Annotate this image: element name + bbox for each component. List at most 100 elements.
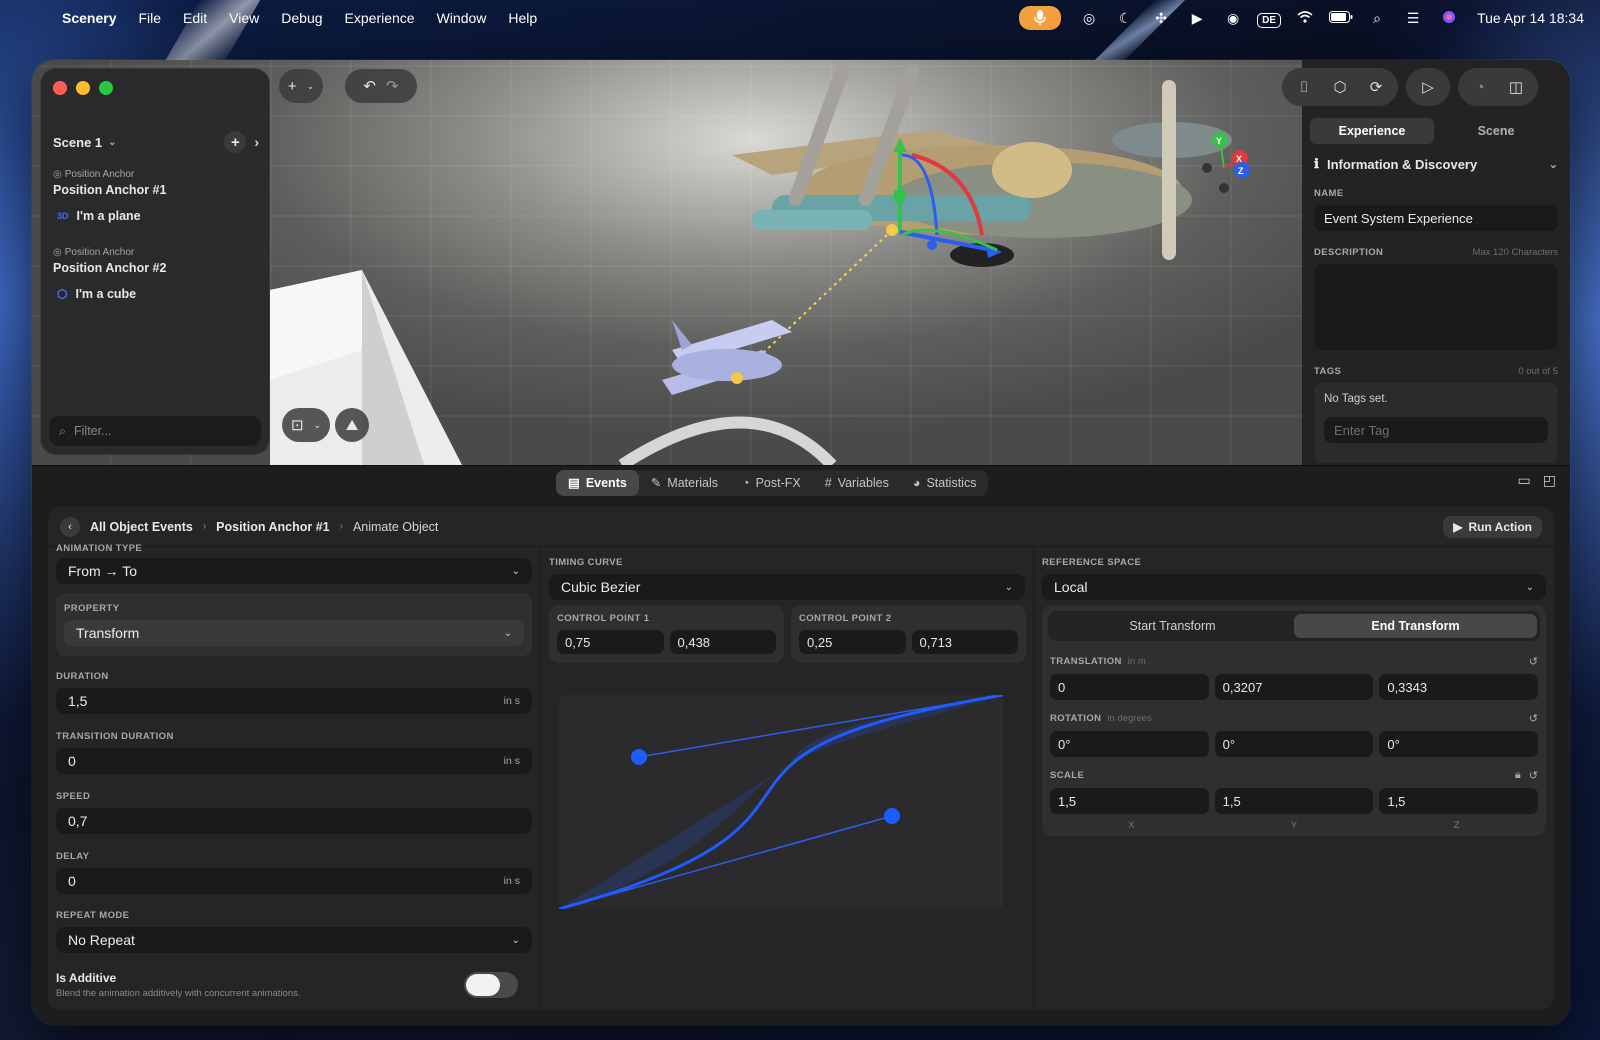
scene-selector[interactable]: Scene 1 ⌄ + › (53, 131, 259, 153)
tab-post-fx[interactable]: ◔ Post-FX (730, 470, 813, 496)
environment-button[interactable]: ⛰ (335, 408, 369, 442)
outliner-item-plane[interactable]: 3D I'm a plane (57, 209, 166, 223)
menu-file[interactable]: File (138, 10, 161, 26)
menu-debug[interactable]: Debug (281, 10, 322, 26)
undo-icon[interactable]: ↶ (363, 77, 376, 95)
play-menu-button[interactable]: ▷ (1406, 68, 1450, 106)
speed-field[interactable]: 0,7 (56, 808, 532, 834)
menubar-clock[interactable]: Tue Apr 14 18:34 (1477, 10, 1584, 26)
translation-z-field[interactable]: 0,3343 (1379, 674, 1539, 700)
chevron-right-icon[interactable]: › (254, 134, 259, 150)
enter-tag-input[interactable]: Enter Tag (1324, 417, 1548, 443)
moon-icon[interactable]: ☾ (1107, 10, 1143, 27)
reset-icon[interactable]: ↺ (1529, 655, 1538, 668)
lock-icon[interactable]: 🔒︎ (1515, 769, 1521, 782)
cp2-y-field[interactable]: 0,713 (911, 630, 1018, 654)
control-point-2-handle[interactable] (884, 808, 900, 824)
cp2-label: CONTROL POINT 2 (799, 613, 892, 624)
rotation-y-field[interactable]: 0° (1214, 731, 1374, 757)
reset-icon[interactable]: ↺ (1529, 769, 1538, 782)
add-anchor-button[interactable]: + (224, 131, 247, 153)
rotation-z-field[interactable]: 0° (1379, 731, 1539, 757)
outliner-item-cube[interactable]: ⬡ I'm a cube (57, 287, 166, 301)
control-center-icon[interactable]: ☰ (1395, 10, 1431, 27)
fingerprint-icon[interactable]: ◎ (1071, 10, 1107, 27)
end-transform-tab[interactable]: End Transform (1294, 614, 1537, 638)
property-select[interactable]: Transform ⌄ (64, 620, 524, 646)
tab-variables[interactable]: # Variables (813, 470, 901, 496)
menu-edit[interactable]: Edit (183, 10, 207, 26)
breadcrumb-all-events[interactable]: All Object Events (90, 520, 193, 534)
run-action-button[interactable]: ▶ Run Action (1443, 515, 1542, 538)
translation-x-field[interactable]: 0 (1050, 674, 1209, 700)
menu-experience[interactable]: Experience (345, 10, 415, 26)
menu-app-name[interactable]: Scenery (62, 10, 116, 26)
window-controls (53, 81, 113, 95)
start-transform-tab[interactable]: Start Transform (1051, 614, 1294, 638)
cp1-y-field[interactable]: 0,438 (669, 630, 776, 654)
reset-icon[interactable]: ↺ (1529, 712, 1538, 725)
wifi-icon[interactable] (1287, 10, 1323, 26)
menu-view[interactable]: View (229, 10, 259, 26)
microphone-icon[interactable] (1019, 6, 1062, 30)
tab-materials[interactable]: ✎ Materials (639, 470, 730, 496)
fan-icon[interactable]: ✣ (1143, 10, 1179, 27)
gauge-icon[interactable]: ◔ (1462, 79, 1498, 96)
keyboard-layout-icon[interactable]: DE (1251, 10, 1287, 28)
rotation-x-field[interactable]: 0° (1050, 731, 1209, 757)
search-icon[interactable]: ⌕ (1359, 10, 1395, 27)
breadcrumb-anchor[interactable]: Position Anchor #1 (216, 520, 329, 534)
outliner-anchor-1[interactable]: ◎ Position Anchor Position Anchor #1 3D I… (53, 169, 166, 223)
tab-statistics[interactable]: ◕ Statistics (901, 470, 989, 496)
back-chevron-icon[interactable]: ‹ (60, 516, 80, 537)
transform-card: Start Transform End Transform TRANSLATIO… (1042, 605, 1546, 836)
name-field[interactable]: Event System Experience (1314, 205, 1558, 231)
camera-icon[interactable]: ⌷ (1286, 79, 1322, 96)
description-field[interactable] (1314, 264, 1558, 350)
tab-experience[interactable]: Experience (1310, 118, 1434, 144)
inspector-tabs: Experience Scene (1310, 118, 1558, 144)
section-header[interactable]: ℹ Information & Discovery ⌄ (1314, 156, 1558, 172)
panel-float-icon[interactable]: ◰ (1543, 472, 1556, 489)
camera-mode-button[interactable]: ⊡ ⌄ (282, 408, 330, 442)
cp2-x-field[interactable]: 0,25 (799, 630, 906, 654)
scale-y-field[interactable]: 1,5 (1214, 788, 1374, 814)
scale-z-field[interactable]: 1,5 (1379, 788, 1539, 814)
outliner-anchor-2[interactable]: ◎ Position Anchor Position Anchor #2 ⬡ I'… (53, 247, 166, 301)
reference-space-select[interactable]: Local ⌄ (1042, 574, 1546, 600)
tab-events[interactable]: ▤ Events (556, 470, 639, 496)
menu-help[interactable]: Help (508, 10, 537, 26)
tab-scene[interactable]: Scene (1434, 118, 1558, 144)
delay-field[interactable]: 0 in s (56, 868, 532, 894)
siri-icon[interactable] (1431, 10, 1467, 27)
add-object-button[interactable]: + ⌄ (279, 69, 323, 103)
filter-input[interactable]: ⌕ Filter... (49, 416, 261, 446)
control-point-1-handle[interactable] (631, 749, 647, 765)
battery-icon[interactable] (1323, 10, 1359, 26)
cube-icon[interactable]: ⬡ (1322, 78, 1358, 96)
bezier-curve-editor[interactable] (558, 693, 1004, 911)
animation-type-select[interactable]: From → To ⌄ (56, 558, 532, 584)
repeat-mode-select[interactable]: No Repeat ⌄ (56, 927, 532, 953)
transition-duration-field[interactable]: 0 in s (56, 748, 532, 774)
chevron-down-icon: ⌄ (108, 136, 117, 148)
minimize-window-button[interactable] (76, 81, 90, 95)
panel-bottom-icon[interactable]: ▭ (1518, 472, 1531, 489)
item-label: I'm a plane (76, 209, 141, 223)
information-discovery-section: ℹ Information & Discovery ⌄ NAME Event S… (1314, 156, 1558, 476)
menu-window[interactable]: Window (437, 10, 487, 26)
sidebar-toggle-icon[interactable]: ◫ (1498, 78, 1534, 96)
play-circle-icon[interactable]: ▶ (1179, 10, 1215, 27)
timing-curve-select[interactable]: Cubic Bezier ⌄ (549, 574, 1025, 600)
user-circle-icon[interactable]: ◉ (1215, 10, 1251, 27)
cp1-x-field[interactable]: 0,75 (557, 630, 664, 654)
is-additive-toggle[interactable] (464, 972, 518, 998)
translation-y-field[interactable]: 0,3207 (1214, 674, 1374, 700)
3d-viewport[interactable]: Y X Z Scene 1 ⌄ + › ◎ Position Anchor Pos… (32, 60, 1302, 465)
zoom-window-button[interactable] (99, 81, 113, 95)
scale-x-field[interactable]: 1,5 (1050, 788, 1209, 814)
refresh-icon[interactable]: ⟳ (1358, 78, 1394, 96)
close-window-button[interactable] (53, 81, 67, 95)
redo-icon[interactable]: ↷ (386, 77, 399, 95)
duration-field[interactable]: 1,5 in s (56, 688, 532, 714)
